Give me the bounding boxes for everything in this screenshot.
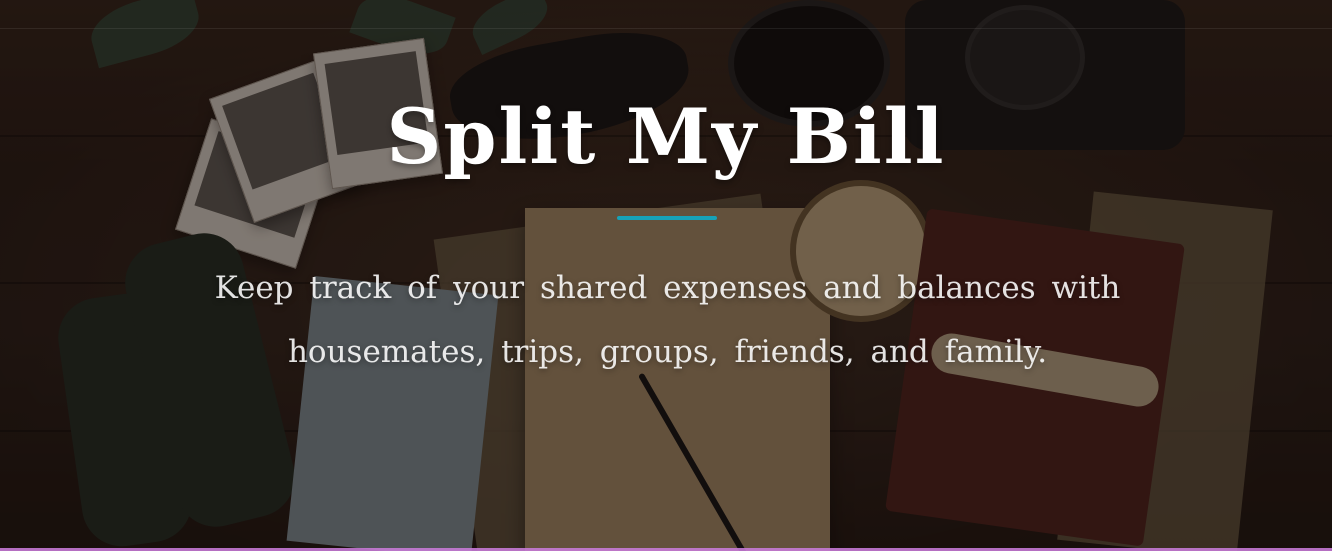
hero-section: Split My Bill Keep track of your shared … <box>0 0 1332 551</box>
page-title: Split My Bill <box>386 92 946 181</box>
hero-subtitle: Keep track of your shared expenses and b… <box>214 270 1121 370</box>
title-accent-underline <box>617 216 717 220</box>
hero-content: Split My Bill Keep track of your shared … <box>0 0 1332 551</box>
